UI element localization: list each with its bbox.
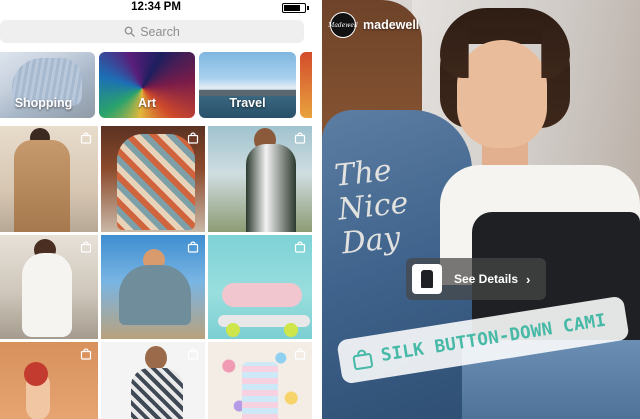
grid-post-shirt[interactable] bbox=[101, 342, 205, 419]
status-time: 12:34 PM bbox=[131, 1, 181, 13]
category-carousel: Shopping Art Travel bbox=[0, 52, 312, 118]
shopping-bag-icon bbox=[294, 241, 306, 253]
category-art[interactable]: Art bbox=[99, 52, 195, 118]
chevron-right-icon: › bbox=[526, 271, 531, 287]
grid-post-coat[interactable] bbox=[0, 126, 98, 232]
grid-post-skateboard[interactable] bbox=[208, 235, 312, 339]
category-label: Travel bbox=[229, 96, 266, 110]
panel-divider bbox=[312, 0, 322, 419]
shopping-bag-icon bbox=[187, 241, 199, 253]
grid-post-white-dress[interactable] bbox=[0, 235, 98, 339]
shopping-bag-icon bbox=[187, 348, 199, 360]
product-thumbnail bbox=[412, 264, 442, 294]
status-bar: 12:34 PM bbox=[0, 0, 312, 14]
shopping-bag-icon bbox=[294, 132, 306, 144]
story-viewer[interactable]: The Nice Day Madewell madewell See Detai… bbox=[322, 0, 640, 419]
see-details-label: See Details bbox=[454, 272, 519, 286]
search-placeholder: Search bbox=[140, 24, 180, 39]
battery-icon bbox=[282, 3, 309, 13]
jacket-lettering: The Nice Day bbox=[332, 152, 410, 262]
grid-post-backpack[interactable] bbox=[208, 126, 312, 232]
category-label: Shopping bbox=[14, 96, 73, 110]
grid-post-dress[interactable] bbox=[101, 126, 205, 232]
story-username[interactable]: madewell bbox=[363, 18, 419, 32]
search-icon bbox=[124, 26, 135, 37]
shopping-bag-icon bbox=[80, 241, 92, 253]
search-input[interactable]: Search bbox=[0, 20, 304, 43]
explore-screen: 12:34 PM Search Shopping Art Travel bbox=[0, 0, 312, 419]
shopping-bag-icon bbox=[80, 348, 92, 360]
grid-post-phone-case[interactable] bbox=[208, 342, 312, 419]
category-label: Art bbox=[137, 96, 157, 110]
model-face bbox=[457, 40, 547, 148]
grid-post-fruit[interactable] bbox=[0, 342, 98, 419]
shopping-bag-icon bbox=[187, 132, 199, 144]
shopping-bag-icon bbox=[352, 349, 374, 371]
shopping-bag-icon bbox=[80, 132, 92, 144]
shopping-bag-icon bbox=[294, 348, 306, 360]
category-next-partial[interactable] bbox=[300, 52, 312, 118]
see-details-button[interactable]: See Details › bbox=[406, 258, 546, 300]
category-travel[interactable]: Travel bbox=[199, 52, 296, 118]
story-avatar[interactable]: Madewell bbox=[328, 12, 358, 38]
category-shopping[interactable]: Shopping bbox=[0, 52, 95, 118]
grid-post-blouse[interactable] bbox=[101, 235, 205, 339]
